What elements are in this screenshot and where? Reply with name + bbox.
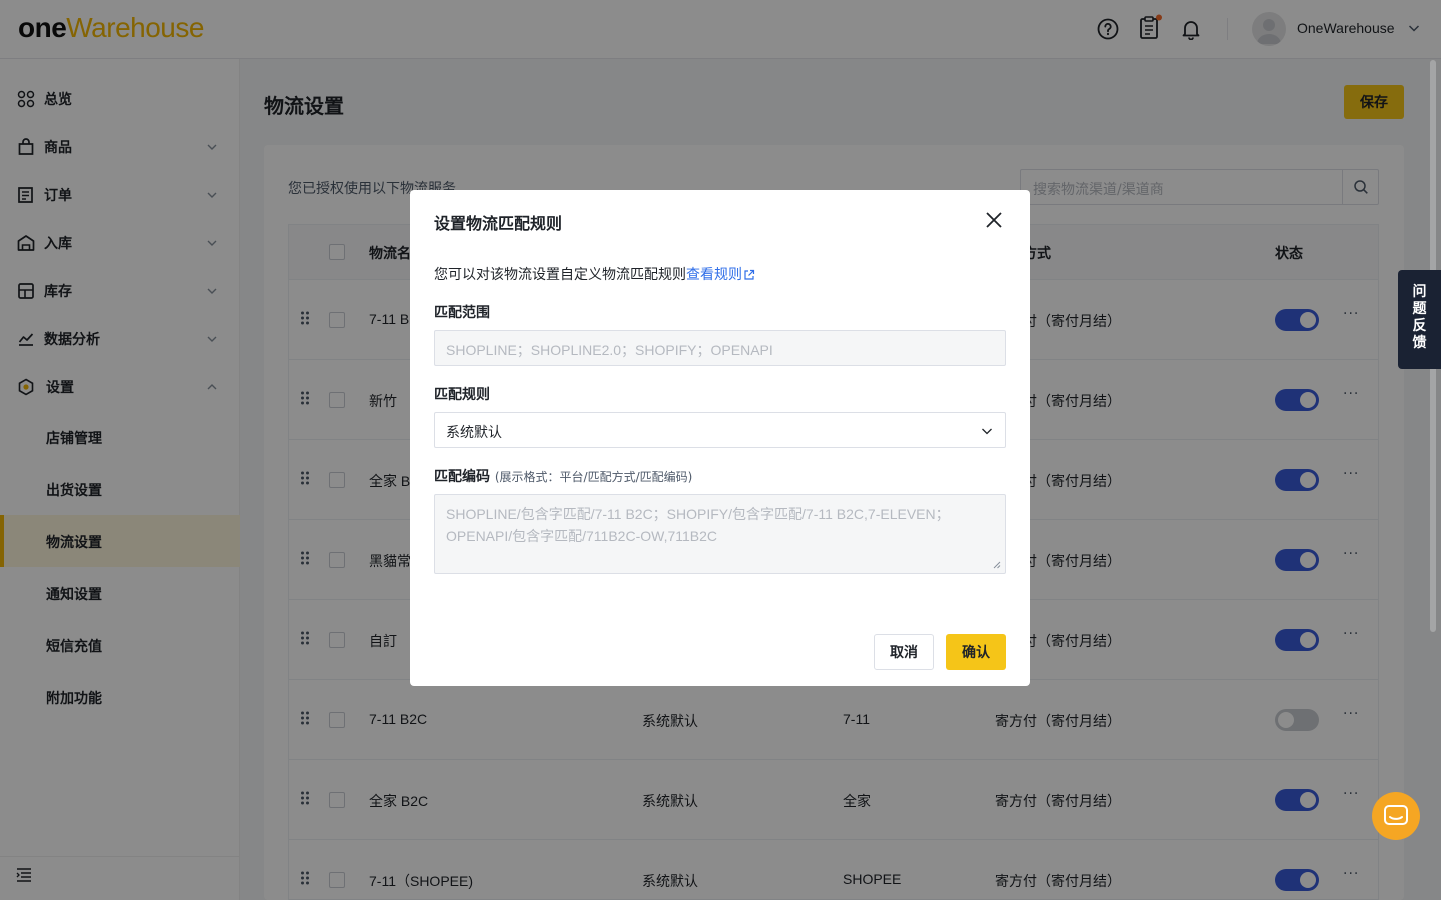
confirm-button[interactable]: 确认 xyxy=(946,634,1006,670)
cancel-button[interactable]: 取消 xyxy=(874,634,934,670)
code-format-hint: (展示格式：平台/匹配方式/匹配编码) xyxy=(494,470,693,484)
code-label: 匹配编码 (展示格式：平台/匹配方式/匹配编码) xyxy=(434,469,693,485)
chat-icon xyxy=(1384,805,1408,825)
close-icon[interactable] xyxy=(984,210,1004,230)
rule-label: 匹配规则 xyxy=(434,387,490,403)
rule-select-value: 系统默认 xyxy=(446,425,502,441)
code-textarea[interactable]: SHOPLINE/包含字匹配/7-11 B2C；SHOPIFY/包含字匹配/7-… xyxy=(434,494,1006,574)
chevron-down-icon xyxy=(982,428,992,435)
chat-button[interactable] xyxy=(1372,792,1420,840)
scope-label: 匹配范围 xyxy=(434,305,490,321)
modal-description: 您可以对该物流设置自定义物流匹配规则查看规则 xyxy=(434,264,755,284)
external-link-icon xyxy=(744,269,755,280)
view-rules-link[interactable]: 查看规则 xyxy=(686,267,755,283)
modal-title: 设置物流匹配规则 xyxy=(434,214,563,233)
resize-handle-icon[interactable] xyxy=(993,561,1001,569)
feedback-tab[interactable]: 问题反馈 xyxy=(1398,270,1441,369)
match-rule-modal: 设置物流匹配规则 您可以对该物流设置自定义物流匹配规则查看规则 匹配范围 SHO… xyxy=(410,190,1030,686)
rule-select[interactable]: 系统默认 xyxy=(434,412,1006,448)
code-placeholder: SHOPLINE/包含字匹配/7-11 B2C；SHOPIFY/包含字匹配/7-… xyxy=(446,506,950,544)
scope-field: SHOPLINE；SHOPLINE2.0；SHOPIFY；OPENAPI xyxy=(434,330,1006,366)
